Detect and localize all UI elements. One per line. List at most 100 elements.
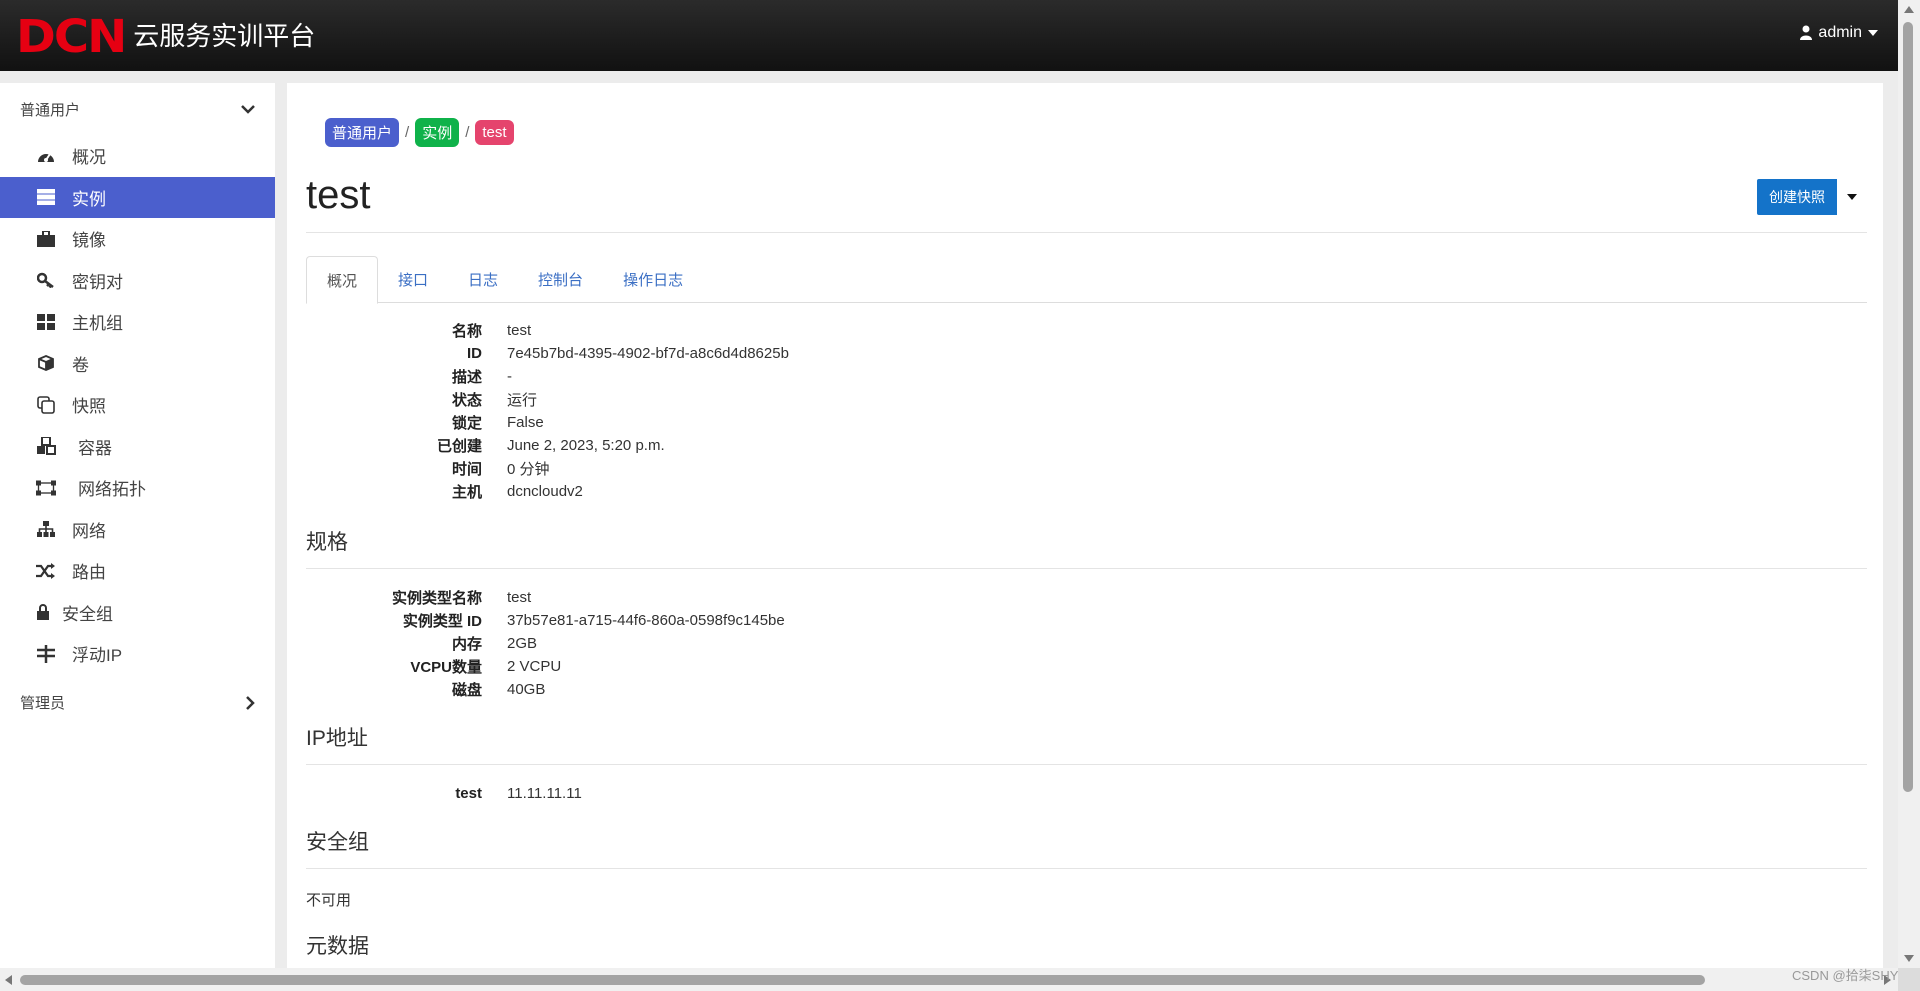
sidebar-item-network-topology[interactable]: 网络拓扑 bbox=[0, 467, 275, 509]
breadcrumb-item[interactable]: 普通用户 bbox=[325, 118, 400, 147]
sidebar-item-instances[interactable]: 实例 bbox=[0, 176, 275, 218]
snapshot-button-group: 创建快照 bbox=[1757, 179, 1867, 215]
sidebar-item-host-groups[interactable]: 主机组 bbox=[0, 301, 275, 343]
breadcrumb: 普通用户 / 实例 / test bbox=[325, 118, 514, 147]
detail-label: test bbox=[455, 785, 482, 802]
cube-icon bbox=[36, 353, 56, 373]
detail-label: 主机 bbox=[451, 484, 482, 501]
sidebar-item-volumes[interactable]: 卷 bbox=[0, 343, 275, 385]
tab-overview[interactable]: 概况 bbox=[306, 256, 379, 304]
float-ip-icon bbox=[36, 644, 56, 664]
detail-value: June 2, 2023, 5:20 p.m. bbox=[507, 437, 665, 454]
breadcrumb-separator: / bbox=[405, 124, 410, 141]
detail-value: 37b57e81-a715-44f6-860a-0598f9c145be bbox=[507, 612, 785, 629]
tab-console[interactable]: 控制台 bbox=[518, 256, 603, 303]
detail-row: 主机 dcncloudv2 bbox=[306, 480, 789, 503]
detail-value: 11.11.11.11 bbox=[507, 785, 582, 802]
user-icon bbox=[1800, 25, 1813, 40]
scroll-left-icon[interactable] bbox=[5, 975, 12, 985]
chevron-down-icon bbox=[1868, 30, 1878, 36]
sidebar-item-label: 卷 bbox=[72, 355, 89, 375]
sidebar-item-networks[interactable]: 网络 bbox=[0, 509, 275, 551]
detail-row: test 11.11.11.11 bbox=[306, 782, 582, 805]
tab-interfaces[interactable]: 接口 bbox=[378, 256, 448, 303]
sidebar-item-floating-ips[interactable]: 浮动IP bbox=[0, 633, 275, 675]
lock-icon bbox=[36, 602, 50, 622]
scrollbar-corner bbox=[1898, 968, 1920, 991]
tab-action-log[interactable]: 操作日志 bbox=[603, 256, 703, 303]
security-text: 不可用 bbox=[306, 892, 352, 909]
sidebar-group-label: 管理员 bbox=[20, 695, 66, 712]
detail-label: 实例类型 ID bbox=[402, 613, 482, 630]
detail-value: 2 VCPU bbox=[507, 658, 562, 675]
section-heading: 元数据 bbox=[306, 930, 1867, 968]
sidebar-item-label: 实例 bbox=[72, 189, 106, 209]
topology-icon bbox=[36, 478, 56, 498]
sitemap-icon bbox=[36, 519, 56, 539]
logo[interactable]: DCN 云服务实训平台 bbox=[16, 14, 316, 60]
detail-row: 名称 test bbox=[306, 319, 789, 342]
detail-row: 实例类型 ID 37b57e81-a715-44f6-860a-0598f9c14… bbox=[306, 609, 785, 632]
briefcase-icon bbox=[36, 229, 56, 249]
detail-row: 时间 0 分钟 bbox=[306, 457, 789, 480]
overview-details: 名称 test ID 7e45b7bd-4395-4902-bf7d-a8c6d4d… bbox=[306, 319, 789, 503]
sidebar-group-admin[interactable]: 管理员 bbox=[0, 677, 275, 729]
detail-label: 锁定 bbox=[451, 415, 482, 432]
breadcrumb-separator: / bbox=[465, 124, 470, 141]
sidebar-item-images[interactable]: 镜像 bbox=[0, 218, 275, 260]
scroll-thumb[interactable] bbox=[1903, 22, 1913, 792]
detail-row: 磁盘 40GB bbox=[306, 678, 785, 701]
sidebar-item-label: 浮动IP bbox=[72, 646, 123, 666]
detail-label: 实例类型名称 bbox=[391, 590, 482, 607]
breadcrumb-item[interactable]: 实例 bbox=[415, 118, 460, 147]
sidebar-item-snapshots[interactable]: 快照 bbox=[0, 384, 275, 426]
detail-value: test bbox=[507, 589, 532, 606]
random-icon bbox=[36, 561, 56, 581]
sidebar-group-user[interactable]: 普通用户 bbox=[0, 83, 275, 135]
grid-icon bbox=[36, 312, 56, 332]
actions-dropdown-toggle[interactable] bbox=[1837, 179, 1867, 215]
user-name: admin bbox=[1818, 24, 1862, 41]
scroll-up-icon[interactable] bbox=[1904, 6, 1914, 13]
section-heading: 规格 bbox=[306, 526, 1867, 569]
sidebar-item-label: 镜像 bbox=[72, 231, 106, 251]
sidebar-item-security-groups[interactable]: 安全组 bbox=[0, 592, 275, 634]
detail-label: 描述 bbox=[451, 369, 482, 386]
main-panel: 普通用户 / 实例 / test test 创建快照 概况 接口 日志 控制台 … bbox=[287, 83, 1883, 968]
detail-value: dcncloudv2 bbox=[507, 483, 583, 500]
detail-label: 磁盘 bbox=[451, 682, 482, 699]
copy-icon bbox=[36, 395, 56, 415]
scroll-down-icon[interactable] bbox=[1904, 955, 1914, 962]
sidebar-item-label: 容器 bbox=[78, 438, 112, 458]
sidebar-group-label: 普通用户 bbox=[20, 101, 81, 119]
chevron-down-icon bbox=[1847, 194, 1857, 200]
tab-log[interactable]: 日志 bbox=[448, 256, 518, 303]
detail-row: 状态 运行 bbox=[306, 388, 789, 411]
scroll-thumb[interactable] bbox=[20, 975, 1705, 985]
detail-label: 已创建 bbox=[436, 438, 482, 455]
breadcrumb-item: test bbox=[475, 120, 514, 145]
create-snapshot-button[interactable]: 创建快照 bbox=[1757, 179, 1837, 215]
detail-label: 状态 bbox=[451, 392, 482, 409]
vertical-scrollbar[interactable] bbox=[1898, 0, 1920, 991]
horizontal-scrollbar[interactable] bbox=[0, 968, 1898, 991]
detail-value: 运行 bbox=[507, 392, 538, 409]
detail-row: 描述 - bbox=[306, 365, 789, 388]
page-title: test bbox=[306, 173, 371, 217]
sidebar-item-label: 密钥对 bbox=[72, 272, 123, 292]
detail-row: ID 7e45b7bd-4395-4902-bf7d-a8c6d4d8625b bbox=[306, 342, 789, 365]
sidebar-item-overview[interactable]: 概况 bbox=[0, 135, 275, 177]
detail-label: VCPU数量 bbox=[410, 659, 482, 676]
metadata-section: 元数据 bbox=[306, 930, 1867, 968]
dashboard-icon bbox=[36, 146, 56, 166]
top-navbar: DCN 云服务实训平台 admin bbox=[0, 0, 1898, 71]
sidebar-item-keypairs[interactable]: 密钥对 bbox=[0, 260, 275, 302]
logo-text: 云服务实训平台 bbox=[133, 22, 316, 52]
detail-row: 已创建 June 2, 2023, 5:20 p.m. bbox=[306, 434, 789, 457]
sidebar-item-routers[interactable]: 路由 bbox=[0, 550, 275, 592]
detail-row: VCPU数量 2 VCPU bbox=[306, 655, 785, 678]
chevron-down-icon bbox=[241, 105, 255, 114]
detail-row: 实例类型名称 test bbox=[306, 586, 785, 609]
user-menu[interactable]: admin bbox=[1800, 24, 1878, 42]
sidebar-item-containers[interactable]: 容器 bbox=[0, 426, 275, 468]
